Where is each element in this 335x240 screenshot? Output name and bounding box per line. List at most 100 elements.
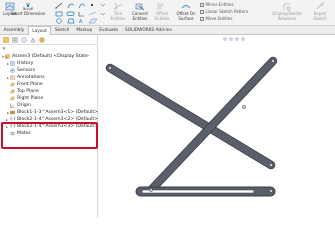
svg-text:A: A [79, 19, 83, 25]
tree-root[interactable]: ▾ Assem3 (Default) <Display State- [0, 53, 98, 60]
tab-layout[interactable]: Layout [27, 26, 52, 35]
offset-on-surface-label: Offset On Surface [176, 11, 196, 21]
tree-item-origin[interactable]: Origin [0, 102, 98, 109]
move-entities-icon [200, 16, 204, 21]
zoom-area-icon[interactable] [229, 37, 233, 41]
tree-item-top-plane[interactable]: Top Plane [0, 88, 98, 95]
mirror-entities-label: Mirror Entities [205, 2, 234, 7]
smart-dimension-button[interactable]: Smart Dimension [11, 2, 45, 17]
assembly-icon [5, 54, 10, 59]
tree-item-sensors[interactable]: Sensors [0, 67, 98, 74]
mirror-entities-icon [200, 2, 204, 7]
centerline-icon[interactable] [88, 11, 97, 16]
layout-icon [5, 2, 15, 11]
feature-manager-panel: ▾ Assem3 (Default) <Display State- ▸ His… [0, 35, 98, 218]
command-manager-tabs: Assembly Layout Sketch Markup Evaluate S… [0, 26, 335, 35]
sketch-dropdown-icon[interactable] [100, 3, 106, 16]
trim-entities-icon [113, 3, 123, 10]
tree-item-label: History [17, 61, 34, 66]
repair-sketch-button[interactable]: Repair Sketch [308, 2, 332, 21]
plane-icon [10, 82, 15, 87]
tree-item-history[interactable]: ▸ History [0, 60, 98, 67]
feature-tree-icon[interactable] [3, 36, 9, 43]
move-entities-button[interactable]: Move Entities [200, 16, 232, 21]
tab-assembly[interactable]: Assembly [0, 26, 28, 35]
tree-item-label: Block1-1-3^Assem3<1> (Default> [16, 110, 98, 115]
tab-sketch[interactable]: Sketch [51, 26, 72, 35]
smart-dimension-icon [23, 3, 33, 10]
block-icon [10, 110, 15, 115]
tree-root-label: Assem3 (Default) <Display State- [12, 54, 90, 59]
line-icon[interactable] [55, 2, 63, 9]
offset-entities-label: Offset Entities [154, 11, 170, 21]
tab-solidworks-add-ins[interactable]: SOLIDWORKS Add-Ins [122, 26, 176, 35]
plane-tool-icon[interactable] [88, 18, 98, 24]
tree-item-front-plane[interactable]: Front Plane [0, 81, 98, 88]
plane-icon [10, 96, 15, 101]
offset-on-surface-button[interactable]: Offset On Surface [175, 2, 197, 21]
tree-item-label: Annotations [17, 75, 45, 80]
offset-entities-icon [157, 3, 164, 10]
repair-sketch-icon [316, 2, 324, 10]
mechanism-drawing [105, 37, 278, 197]
zoom-to-fit-icon[interactable] [223, 37, 227, 41]
linear-sketch-pattern-icon [200, 9, 204, 14]
convert-entities-button[interactable]: Convert Entities [128, 2, 152, 21]
view-orientation-icon[interactable] [241, 37, 245, 41]
tree-item-label: Origin [17, 103, 31, 108]
display-manager-icon[interactable] [39, 37, 45, 43]
display-delete-relations-label: Display/Delete Relations [272, 11, 302, 21]
tree-item-right-plane[interactable]: Right Plane [0, 95, 98, 102]
slot [141, 189, 255, 194]
offset-on-surface-icon [181, 5, 191, 9]
text-icon[interactable]: A [79, 19, 83, 25]
link-block2-b[interactable] [135, 186, 276, 197]
sketch-tools-group[interactable]: A [54, 1, 109, 25]
tree-item-annotations[interactable]: ▸ A Annotations [0, 74, 98, 81]
rectangle-icon[interactable] [55, 11, 63, 17]
tree-item-label: Sensors [17, 68, 36, 73]
tree-item-label: Top Plane [17, 89, 39, 94]
convert-entities-icon [135, 3, 145, 11]
property-manager-icon[interactable] [12, 36, 18, 43]
display-delete-relations-button[interactable]: Display/Delete Relations [268, 2, 306, 21]
command-manager-ribbon: Layout Smart Dimension A Trim Entities C… [0, 0, 335, 26]
history-icon [10, 61, 15, 66]
link-block2-a[interactable] [146, 56, 278, 195]
configuration-manager-icon[interactable] [21, 36, 27, 43]
spline-icon[interactable] [78, 3, 86, 9]
plane-icon [10, 89, 15, 94]
graphics-area[interactable] [98, 35, 335, 218]
polygon-icon[interactable] [67, 18, 75, 24]
fillet-icon[interactable] [78, 12, 84, 17]
heads-up-view-toolbar [223, 37, 245, 41]
arc-icon[interactable] [67, 3, 75, 9]
tree-item-label: Front Plane [17, 82, 43, 87]
move-entities-label: Move Entities [205, 16, 233, 21]
slot-icon[interactable] [66, 11, 75, 16]
tab-evaluate[interactable]: Evaluate [96, 26, 122, 35]
point-icon[interactable] [90, 3, 94, 7]
trim-entities-label: Trim Entities [110, 11, 126, 21]
repair-sketch-label: Repair Sketch [313, 11, 327, 21]
section-view-icon[interactable] [235, 37, 239, 41]
linear-sketch-pattern-button[interactable]: Linear Sketch Pattern [200, 9, 248, 14]
tree-item-block1[interactable]: ▸ Block1-1-3^Assem3<1> (Default> [0, 109, 98, 116]
circle-icon[interactable] [56, 18, 62, 24]
convert-entities-label: Convert Entities [132, 11, 148, 21]
trim-entities-button[interactable]: Trim Entities [108, 2, 128, 21]
dimxpert-manager-icon[interactable] [30, 37, 36, 43]
smart-dimension-label: Smart Dimension [10, 11, 46, 16]
mirror-entities-button[interactable]: Mirror Entities [200, 2, 234, 7]
origin-icon [10, 103, 15, 108]
feature-manager-toolbar [0, 35, 98, 45]
annotations-icon: A [10, 76, 15, 80]
highlight-box [1, 122, 98, 149]
linear-sketch-pattern-label: Linear Sketch Pattern [205, 9, 249, 14]
display-delete-relations-icon [283, 3, 291, 11]
filter-icon[interactable] [2, 47, 6, 51]
offset-entities-button[interactable]: Offset Entities [152, 2, 172, 21]
sensors-icon [10, 68, 15, 73]
tab-markup[interactable]: Markup [73, 26, 96, 35]
tree-item-label: Right Plane [17, 96, 44, 101]
